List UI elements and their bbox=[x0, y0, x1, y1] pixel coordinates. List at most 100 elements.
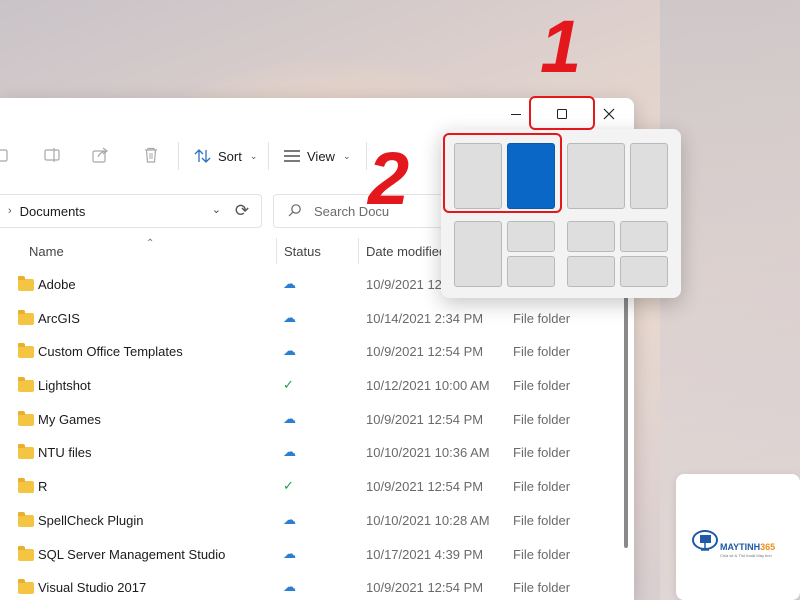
list-item[interactable]: SQL Server Management Studio ☁ 10/17/202… bbox=[0, 538, 634, 572]
address-bar[interactable]: › Documents ⌄ bbox=[0, 194, 262, 228]
file-name: Lightshot bbox=[38, 378, 91, 394]
logo-watermark: MAYTINH365 Chia sẻ & Thủ thuật Máy tính bbox=[676, 474, 800, 600]
chevron-down-icon: ⌄ bbox=[249, 150, 258, 161]
list-item[interactable]: SpellCheck Plugin ☁ 10/10/2021 10:28 AM … bbox=[0, 504, 634, 538]
column-header-name[interactable]: Name bbox=[29, 236, 64, 266]
list-item[interactable]: NTU files ☁ 10/10/2021 10:36 AM File fol… bbox=[0, 436, 634, 470]
date-modified: 10/9/2021 12:54 PM bbox=[366, 479, 484, 495]
file-type: File folder bbox=[513, 580, 571, 596]
step-number-1: 1 bbox=[540, 5, 582, 88]
check-circle-icon: ✓ bbox=[283, 478, 294, 494]
sort-button[interactable]: Sort ⌄ bbox=[194, 144, 257, 168]
logo-tagline: Chia sẻ & Thủ thuật Máy tính bbox=[720, 553, 772, 558]
logo-wordmark: MAYTINH365 bbox=[720, 542, 775, 552]
highlight-snap-layout bbox=[443, 133, 562, 213]
view-button[interactable]: View ⌄ bbox=[283, 144, 351, 168]
file-name: ArcGIS bbox=[38, 310, 80, 326]
file-type: File folder bbox=[513, 445, 571, 461]
snap-zone-top-right[interactable] bbox=[507, 221, 555, 252]
list-item[interactable]: My Games ☁ 10/9/2021 12:54 PM File folde… bbox=[0, 403, 634, 437]
delete-icon[interactable] bbox=[140, 144, 162, 166]
chevron-right-icon: › bbox=[8, 205, 12, 217]
list-item[interactable]: R ✓ 10/9/2021 12:54 PM File folder bbox=[0, 470, 634, 504]
logo-brand-accent: 365 bbox=[760, 542, 776, 552]
file-type: File folder bbox=[513, 378, 571, 394]
folder-icon bbox=[18, 276, 34, 291]
cloud-icon: ☁ bbox=[283, 545, 296, 561]
file-type: File folder bbox=[513, 411, 571, 427]
file-name: Visual Studio 2017 bbox=[38, 580, 147, 596]
date-modified: 10/9/2021 12:54 PM bbox=[366, 411, 484, 427]
list-item[interactable]: Visual Studio 2017 ☁ 10/9/2021 12:54 PM … bbox=[0, 571, 634, 600]
date-modified: 10/9/2021 12:54 PM bbox=[366, 344, 484, 360]
minimize-icon bbox=[511, 113, 521, 115]
view-icon bbox=[284, 150, 300, 162]
sort-label: Sort bbox=[218, 148, 242, 164]
refresh-icon: ⟳ bbox=[234, 201, 250, 220]
file-type: File folder bbox=[513, 512, 571, 528]
cloud-icon: ☁ bbox=[283, 410, 296, 426]
folder-icon bbox=[18, 478, 34, 494]
file-name: My Games bbox=[38, 411, 101, 427]
cloud-icon: ☁ bbox=[283, 343, 296, 359]
column-divider[interactable] bbox=[276, 238, 277, 264]
file-name: SpellCheck Plugin bbox=[38, 512, 144, 528]
snap-zone-left-column[interactable] bbox=[454, 221, 502, 287]
date-modified: 10/14/2021 2:34 PM bbox=[366, 310, 484, 326]
toolbar-separator bbox=[178, 142, 179, 170]
cloud-icon: ☁ bbox=[283, 309, 296, 325]
cloud-icon: ☁ bbox=[283, 444, 296, 460]
folder-icon bbox=[18, 444, 34, 460]
date-modified: 10/9/2021 12:54 PM bbox=[366, 580, 484, 596]
check-circle-icon: ✓ bbox=[283, 377, 294, 393]
column-header-status[interactable]: Status bbox=[284, 236, 321, 266]
list-item[interactable]: Custom Office Templates ☁ 10/9/2021 12:5… bbox=[0, 335, 634, 369]
copy-icon[interactable] bbox=[0, 144, 14, 166]
column-header-date[interactable]: Date modified bbox=[366, 236, 446, 266]
rename-icon[interactable] bbox=[42, 144, 64, 166]
file-name: Adobe bbox=[38, 277, 76, 292]
logo-brand-main: MAYTINH bbox=[720, 542, 761, 552]
file-name: SQL Server Management Studio bbox=[38, 546, 226, 562]
logo: MAYTINH365 Chia sẻ & Thủ thuật Máy tính bbox=[686, 486, 790, 586]
sort-icon bbox=[194, 149, 211, 163]
file-type: File folder bbox=[513, 479, 571, 495]
snap-zone-two-thirds-left[interactable] bbox=[567, 143, 625, 209]
list-item[interactable]: ArcGIS ☁ 10/14/2021 2:34 PM File folder bbox=[0, 302, 634, 336]
date-modified: 10/12/2021 10:00 AM bbox=[366, 378, 490, 394]
snap-zone-quad-top-left[interactable] bbox=[567, 221, 615, 252]
highlight-maximize bbox=[529, 96, 595, 130]
date-modified: 10/10/2021 10:28 AM bbox=[366, 512, 490, 528]
chevron-down-icon[interactable]: ⌄ bbox=[212, 203, 221, 216]
file-name: Custom Office Templates bbox=[38, 344, 183, 360]
file-list: Adobe ☁ 10/9/2021 12:54 PM File folder A… bbox=[0, 268, 634, 600]
folder-icon bbox=[18, 511, 34, 527]
date-modified: 10/17/2021 4:39 PM bbox=[366, 546, 484, 562]
snap-zone-one-third-right[interactable] bbox=[630, 143, 668, 209]
toolbar-separator bbox=[366, 142, 367, 170]
monitor-logo-icon bbox=[692, 530, 718, 551]
file-type: File folder bbox=[513, 546, 571, 562]
view-label: View bbox=[307, 148, 335, 164]
snap-zone-quad-bottom-left[interactable] bbox=[567, 256, 615, 287]
step-number-2: 2 bbox=[368, 137, 410, 220]
folder-icon bbox=[18, 309, 34, 325]
file-type: File folder bbox=[513, 344, 571, 360]
column-divider[interactable] bbox=[358, 238, 359, 264]
cloud-icon: ☁ bbox=[283, 511, 296, 527]
snap-zone-quad-bottom-right[interactable] bbox=[620, 256, 668, 287]
folder-icon bbox=[18, 377, 34, 393]
breadcrumb-documents[interactable]: Documents bbox=[20, 204, 86, 219]
folder-icon bbox=[18, 410, 34, 426]
snap-zone-quad-top-right[interactable] bbox=[620, 221, 668, 252]
toolbar-separator bbox=[268, 142, 269, 170]
cloud-icon: ☁ bbox=[283, 579, 296, 595]
folder-icon bbox=[18, 579, 34, 595]
refresh-button[interactable]: ⟳ bbox=[232, 201, 252, 221]
folder-icon bbox=[18, 545, 34, 561]
share-icon[interactable] bbox=[90, 144, 112, 166]
close-icon bbox=[603, 108, 615, 120]
snap-zone-bottom-right[interactable] bbox=[507, 256, 555, 287]
list-item[interactable]: Lightshot ✓ 10/12/2021 10:00 AM File fol… bbox=[0, 369, 634, 403]
file-name: R bbox=[38, 479, 48, 495]
